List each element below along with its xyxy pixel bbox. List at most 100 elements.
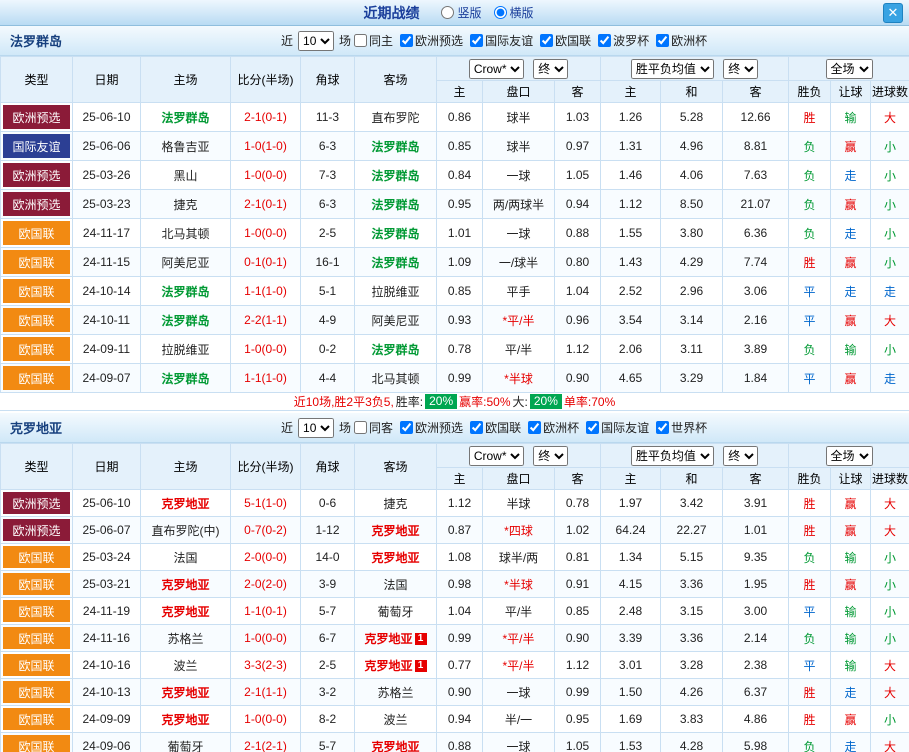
filter-checkbox[interactable]: 国际友谊 [470, 32, 533, 49]
checkbox-input[interactable] [354, 421, 367, 434]
filter-checkbox[interactable]: 国际友谊 [586, 419, 649, 436]
checkbox-input[interactable] [540, 34, 553, 47]
near-label: 近 [281, 32, 293, 49]
near-label: 近 [281, 419, 293, 436]
odds-company-select[interactable]: Crow* [469, 446, 524, 466]
eu-draw-odds: 4.06 [661, 161, 723, 190]
match-date: 25-03-24 [73, 544, 141, 571]
home-team: 拉脱维亚 [141, 335, 231, 364]
col-header-goals: 进球数 [871, 468, 909, 490]
checkbox-input[interactable] [528, 421, 541, 434]
goals-result-value: 大 [871, 490, 909, 517]
filter-bar: 近 10 场 同主欧洲预选国际友谊欧国联波罗杯欧洲杯 [278, 31, 714, 51]
match-score: 2-1(2-1) [231, 733, 301, 752]
result-value: 负 [789, 190, 831, 219]
match-score: 1-0(1-0) [231, 132, 301, 161]
scope-select[interactable]: 全场 [826, 59, 873, 79]
filter-checkbox[interactable]: 欧国联 [540, 32, 591, 49]
checkbox-input[interactable] [470, 421, 483, 434]
checkbox-input[interactable] [400, 34, 413, 47]
match-row: 欧国联24-10-13克罗地亚2-1(1-1)3-2苏格兰0.90一球0.991… [1, 679, 909, 706]
away-team: 克罗地亚1 [355, 625, 437, 652]
eu-away-odds: 6.37 [723, 679, 789, 706]
home-team: 格鲁吉亚 [141, 132, 231, 161]
ah-home-odds: 0.86 [437, 103, 483, 132]
filter-checkbox[interactable]: 同客 [354, 419, 393, 436]
eu-away-odds: 9.35 [723, 544, 789, 571]
checkbox-input[interactable] [400, 421, 413, 434]
scope-select[interactable]: 全场 [826, 446, 873, 466]
ah-home-odds: 0.95 [437, 190, 483, 219]
filter-checkbox[interactable]: 欧洲预选 [400, 419, 463, 436]
result-value: 负 [789, 132, 831, 161]
checkbox-input[interactable] [470, 34, 483, 47]
ah-away-odds: 0.90 [555, 364, 601, 393]
match-score: 5-1(1-0) [231, 490, 301, 517]
odds-time-select[interactable]: 终 [533, 59, 568, 79]
checkbox-label: 国际友谊 [601, 419, 649, 436]
handicap-result-value: 走 [831, 277, 871, 306]
result-value: 负 [789, 335, 831, 364]
recent-count-select[interactable]: 10 [298, 31, 334, 51]
checkbox-input[interactable] [354, 34, 367, 47]
eu-away-odds: 5.98 [723, 733, 789, 752]
competition-badge: 欧国联 [3, 221, 70, 245]
ah-line: 一球 [483, 679, 555, 706]
filter-checkbox[interactable]: 欧洲杯 [528, 419, 579, 436]
layout-radio-vertical[interactable]: 竖版 [441, 4, 481, 21]
match-row: 欧洲预选25-06-10法罗群岛2-1(0-1)11-3直布罗陀0.86球半1.… [1, 103, 909, 132]
checkbox-label: 欧洲预选 [415, 32, 463, 49]
result-value: 负 [789, 733, 831, 752]
match-row: 欧国联24-11-19克罗地亚1-1(0-1)5-7葡萄牙1.04平/半0.85… [1, 598, 909, 625]
filter-checkbox[interactable]: 世界杯 [656, 419, 707, 436]
home-team: 捷克 [141, 190, 231, 219]
filter-checkbox[interactable]: 同主 [354, 32, 393, 49]
europe-time-select[interactable]: 终 [723, 446, 758, 466]
odds-company-select[interactable]: Crow* [469, 59, 524, 79]
result-value: 胜 [789, 490, 831, 517]
eu-home-odds: 4.65 [601, 364, 661, 393]
competition-type-cell: 欧国联 [1, 277, 73, 306]
filter-checkbox[interactable]: 欧国联 [470, 419, 521, 436]
filter-checkbox[interactable]: 波罗杯 [598, 32, 649, 49]
competition-badge: 欧国联 [3, 708, 70, 730]
eu-home-odds: 3.01 [601, 652, 661, 679]
checkbox-input[interactable] [598, 34, 611, 47]
europe-time-select[interactable]: 终 [723, 59, 758, 79]
home-team: 法国 [141, 544, 231, 571]
competition-type-cell: 欧国联 [1, 598, 73, 625]
red-card-badge: 1 [415, 660, 427, 672]
match-score: 1-0(0-0) [231, 161, 301, 190]
match-score: 0-7(0-2) [231, 517, 301, 544]
radio-vertical-input[interactable] [441, 6, 454, 19]
ah-home-odds: 0.85 [437, 132, 483, 161]
filter-checkbox[interactable]: 欧洲杯 [656, 32, 707, 49]
checkbox-input[interactable] [586, 421, 599, 434]
recent-count-select[interactable]: 10 [298, 418, 334, 438]
match-row: 欧国联24-11-16苏格兰1-0(0-0)6-7克罗地亚10.99*平/半0.… [1, 625, 909, 652]
col-header-eu-away: 客 [723, 81, 789, 103]
match-row: 欧国联24-11-17北马其顿1-0(0-0)2-5法罗群岛1.01一球0.88… [1, 219, 909, 248]
layout-radio-horizontal[interactable]: 横版 [494, 4, 534, 21]
ah-away-odds: 0.90 [555, 625, 601, 652]
handicap-result-value: 赢 [831, 490, 871, 517]
close-icon[interactable]: ✕ [883, 3, 903, 23]
match-row: 欧洲预选25-03-23捷克2-1(0-1)6-3法罗群岛0.95两/两球半0.… [1, 190, 909, 219]
checkbox-input[interactable] [656, 421, 669, 434]
eu-home-odds: 1.31 [601, 132, 661, 161]
result-value: 负 [789, 161, 831, 190]
odds-time-select[interactable]: 终 [533, 446, 568, 466]
europe-odds-select[interactable]: 胜平负均值 [631, 59, 714, 79]
eu-draw-odds: 4.28 [661, 733, 723, 752]
match-date: 24-10-11 [73, 306, 141, 335]
checkbox-input[interactable] [656, 34, 669, 47]
radio-horizontal-input[interactable] [494, 6, 507, 19]
filter-checkbox[interactable]: 欧洲预选 [400, 32, 463, 49]
ah-away-odds: 0.91 [555, 571, 601, 598]
away-team: 法罗群岛 [355, 219, 437, 248]
ah-line: 平手 [483, 277, 555, 306]
ah-away-odds: 0.81 [555, 544, 601, 571]
europe-odds-select[interactable]: 胜平负均值 [631, 446, 714, 466]
checkbox-label: 国际友谊 [485, 32, 533, 49]
result-value: 胜 [789, 571, 831, 598]
